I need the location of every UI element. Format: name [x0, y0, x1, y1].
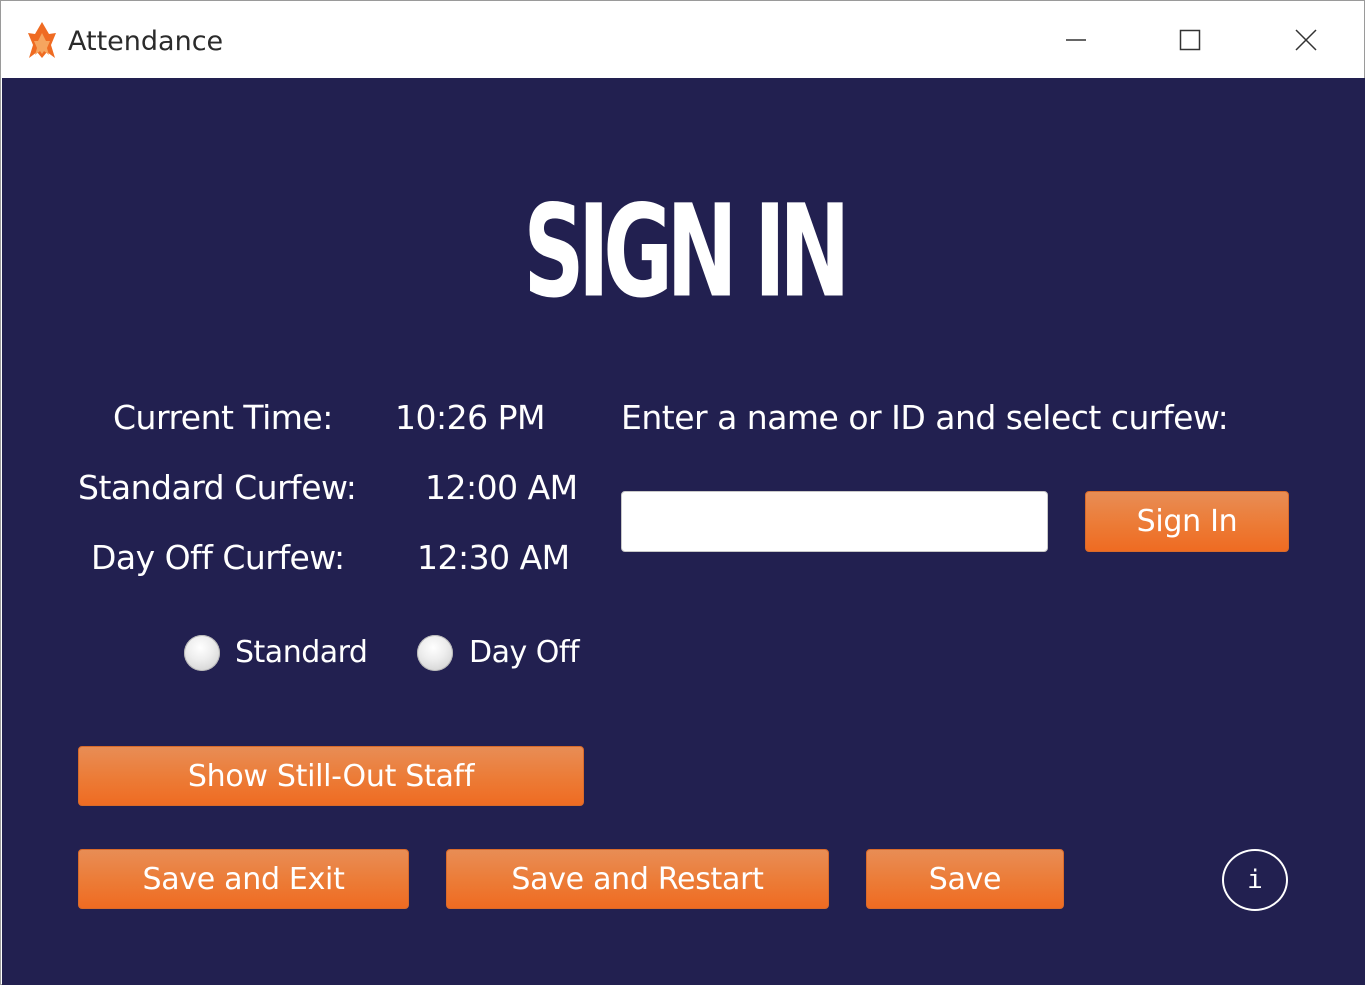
flame-icon	[28, 22, 56, 58]
sign-in-prompt: Enter a name or ID and select curfew:	[621, 398, 1229, 437]
maximize-button[interactable]	[1132, 1, 1248, 78]
minimize-icon	[1066, 38, 1086, 41]
standard-curfew-label: Standard Curfew:	[78, 468, 357, 507]
current-time-label: Current Time:	[113, 398, 333, 437]
save-and-restart-button[interactable]: Save and Restart	[446, 849, 829, 909]
standard-radio-label[interactable]: Standard	[235, 633, 368, 673]
title-bar[interactable]: Attendance	[1, 1, 1364, 78]
info-button[interactable]: i	[1222, 849, 1288, 911]
maximize-icon	[1179, 29, 1201, 50]
dayoff-radio-label[interactable]: Day Off	[469, 633, 580, 673]
main-panel: SIGN IN Current Time: 10:26 PM Standard …	[2, 78, 1365, 985]
show-still-out-staff-button[interactable]: Show Still-Out Staff	[78, 746, 584, 806]
standard-curfew-value: 12:00 AM	[425, 468, 578, 507]
dayoff-curfew-label: Day Off Curfew:	[91, 538, 345, 577]
window-title: Attendance	[68, 26, 224, 57]
page-title: SIGN IN	[523, 176, 850, 326]
attendance-window: Attendance SIGN IN Current Time: 10:26 P…	[0, 0, 1365, 985]
sign-in-button[interactable]: Sign In	[1085, 491, 1289, 552]
save-button[interactable]: Save	[866, 849, 1064, 909]
standard-radio[interactable]	[184, 635, 220, 671]
close-button[interactable]	[1248, 1, 1364, 78]
current-time-value: 10:26 PM	[395, 398, 545, 437]
dayoff-curfew-value: 12:30 AM	[417, 538, 570, 577]
name-id-input[interactable]	[621, 491, 1048, 552]
minimize-button[interactable]	[1018, 1, 1134, 78]
close-icon	[1295, 28, 1317, 51]
info-icon: i	[1247, 865, 1263, 895]
dayoff-radio[interactable]	[417, 635, 453, 671]
save-and-exit-button[interactable]: Save and Exit	[78, 849, 409, 909]
